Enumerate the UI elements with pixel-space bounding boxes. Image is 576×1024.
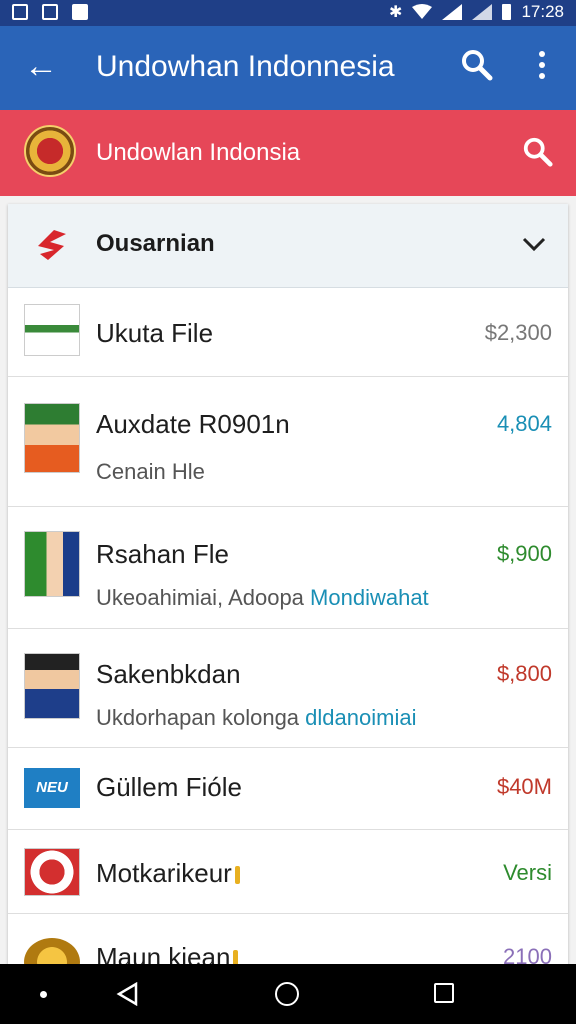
nav-recents-icon[interactable] [434, 983, 454, 1003]
more-vert-icon[interactable] [530, 48, 554, 88]
emblem-logo [24, 125, 76, 177]
file-thumbnail [24, 848, 80, 896]
status-bar: ✱ 17:28 [0, 0, 576, 26]
list-item[interactable]: Rsahan Fle Ukeoahimiai, Adoopa Mondiwaha… [8, 507, 568, 629]
item-value: 4,804 [496, 411, 552, 436]
signal-icon [472, 4, 493, 20]
item-value: $2,300 [484, 320, 552, 345]
file-list-card: Ousarnian Ukuta File $2,300 Auxdate R090… [8, 204, 568, 1004]
list-item[interactable]: NEU Güllem Fióle $40M [8, 748, 568, 830]
category-logo-icon [38, 230, 66, 260]
chevron-down-icon[interactable] [520, 230, 548, 258]
app-title: Undowhan Indonnesia [96, 50, 395, 83]
app-bar: ← Undowhan Indonnesia [0, 26, 576, 110]
search-icon[interactable] [460, 48, 494, 82]
item-subtitle: Cenain Hle [96, 459, 205, 484]
sub-header-title: Undowlan Indonsia [96, 139, 301, 166]
file-thumbnail [24, 531, 80, 597]
item-value: $,900 [496, 541, 552, 566]
item-name: Auxdate R0901n [96, 409, 290, 439]
item-name: Sakenbkdan [96, 659, 241, 689]
item-name: Motkarikeur [96, 858, 240, 889]
search-icon[interactable] [522, 136, 554, 168]
navigation-bar [0, 964, 576, 1024]
nav-home-icon[interactable] [275, 982, 299, 1006]
gallery-icon [12, 4, 28, 20]
list-item[interactable]: Auxdate R0901n Cenain Hle 4,804 [8, 377, 568, 507]
file-thumbnail: NEU [24, 768, 80, 808]
item-value: Versi [503, 860, 552, 885]
list-item[interactable]: Ukuta File $2,300 [8, 288, 568, 377]
list-item[interactable]: Sakenbkdan Ukdorhapan kolonga dldanoimia… [8, 629, 568, 748]
file-thumbnail [24, 304, 80, 356]
image-icon [42, 4, 58, 20]
item-name: Rsahan Fle [96, 539, 229, 569]
battery-icon [502, 4, 512, 20]
list-item[interactable]: Motkarikeur Versi [8, 830, 568, 914]
dot-icon [40, 991, 47, 998]
wifi-icon [412, 4, 433, 19]
signal-icon [442, 4, 463, 20]
item-subtitle: Ukdorhapan kolonga dldanoimiai [96, 705, 417, 730]
item-name: Ukuta File [96, 318, 214, 348]
bluetooth-icon: ✱ [389, 4, 403, 21]
file-thumbnail [24, 653, 80, 719]
sub-header: Undowlan Indonsia [0, 110, 576, 196]
item-subtitle: Ukeoahimiai, Adoopa Mondiwahat [96, 585, 429, 610]
item-value: $,800 [496, 661, 552, 686]
status-time: 17:28 [521, 2, 564, 21]
message-icon [72, 4, 88, 20]
category-header[interactable]: Ousarnian [8, 204, 568, 288]
nav-back-icon[interactable] [116, 982, 140, 1006]
file-thumbnail [24, 403, 80, 473]
category-label: Ousarnian [96, 230, 215, 257]
arrow-left-icon[interactable]: ← [24, 48, 58, 84]
item-name: Güllem Fióle [96, 772, 242, 802]
item-value: $40M [496, 774, 552, 799]
